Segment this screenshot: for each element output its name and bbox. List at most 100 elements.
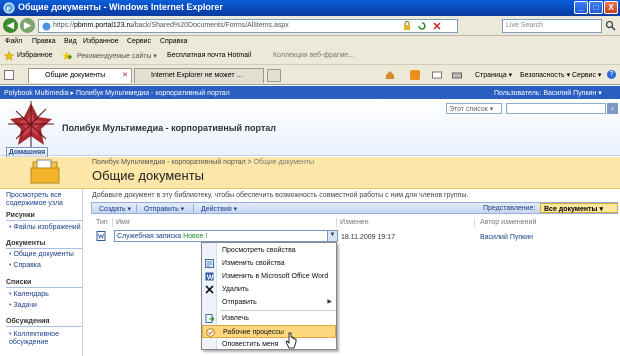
menu-item-delete[interactable]: Удалить [202,283,336,296]
mail-icon[interactable] [432,70,442,80]
menu-item-check-out[interactable]: Извлечь [202,312,336,325]
favorites-button[interactable]: Избранное [17,52,52,59]
document-name-cell[interactable]: Служебная записка Новое ! ▼ [114,230,338,242]
page-icon [42,22,51,31]
fav-web-slice-gallery[interactable]: Коллекция веб-фрагме... [273,52,354,59]
toolbar-separator [193,204,194,213]
rss-icon[interactable] [410,70,420,80]
search-icon[interactable] [605,20,616,31]
refresh-icon[interactable] [417,21,427,31]
menu-file[interactable]: Файл [5,38,22,45]
menu-item-edit-properties[interactable]: Изменить свойства [202,257,336,270]
new-menu[interactable]: Создать ▾ [99,205,131,213]
safety-menu[interactable]: Безопасность ▾ [520,71,570,79]
document-name-link[interactable]: Служебная записка [117,233,181,240]
nav-heading-lists[interactable]: Списки [6,278,82,288]
window-title: Общие документы - Windows Internet Explo… [18,2,223,12]
quick-tabs-icon[interactable] [4,70,14,80]
word-icon: W [205,272,214,281]
svg-text:e: e [7,4,11,13]
workflow-icon [206,328,215,337]
page-menu[interactable]: Страница ▾ [475,71,512,79]
menu-item-alert-me[interactable]: Оповестить меня [202,338,336,351]
nav-heading-discussions[interactable]: Обсуждения [6,317,82,327]
edit-properties-icon [205,259,214,268]
word-document-icon[interactable] [96,231,106,241]
address-bar-row: ◀ ▶ https://pbmm.portal123.ru/back/Share… [0,16,620,36]
address-host: pbmm.portal123.ru [74,22,133,29]
column-type[interactable]: Тип [96,219,108,226]
nav-item-tasks[interactable]: Задачи [9,302,83,309]
nav-item-help[interactable]: Справка [9,262,83,269]
nav-item-team-discussion[interactable]: Коллективное обсуждение [9,331,77,347]
new-tab-button[interactable] [267,69,281,82]
favorites-star-icon [4,51,14,61]
modified-by-link[interactable]: Василий Пупкин [480,234,533,241]
lock-icon[interactable] [402,21,412,31]
item-context-menu: Просмотреть свойства Изменить свойства W… [201,242,337,350]
tab-home[interactable]: Домашняя [6,147,48,157]
menu-item-view-properties[interactable]: Просмотреть свойства [202,244,336,257]
delete-icon [205,285,214,294]
live-search-input[interactable]: Live Search [502,19,602,33]
site-search-go-icon[interactable]: › [607,103,618,114]
submenu-arrow-icon: ▶ [327,299,332,305]
menu-favorites[interactable]: Избранное [83,38,118,45]
menu-item-label: Изменить свойства [222,260,285,267]
item-menu-chevron-down-icon[interactable]: ▼ [327,231,337,241]
nav-heading-pictures[interactable]: Рисунки [6,211,82,221]
nav-item-shared-documents[interactable]: Общие документы [9,251,83,258]
menu-item-send-to[interactable]: Отправить ▶ [202,296,336,309]
site-search-input[interactable] [506,103,606,114]
view-all-site-content-link[interactable]: Просмотреть все содержимое узла [6,192,80,208]
menu-item-label: Оповестить меня [222,341,279,348]
list-toolbar: Создать ▾ Отправить ▾ Действия ▾ Предста… [91,202,618,214]
fav-hotmail[interactable]: Бесплатная почта Hotmail [167,52,251,59]
menu-item-workflows[interactable]: Рабочие процессы [202,325,336,338]
menu-item-label: Изменить в Microsoft Office Word [222,273,329,280]
tab-bar: Общие документы ✕ Internet Explorer не м… [0,65,620,85]
menu-help[interactable]: Справка [160,38,187,45]
tab-label: Общие документы [45,72,106,79]
document-library-icon [30,159,60,184]
nav-heading-documents[interactable]: Документы [6,239,82,249]
view-selector[interactable]: Все документы ▾ [540,203,618,213]
column-separator [336,218,337,227]
upload-menu[interactable]: Отправить ▾ [144,205,184,213]
search-scope-select[interactable]: Этот список ▾ [446,103,502,114]
nav-item-calendar[interactable]: Календарь [9,291,83,298]
menu-edit[interactable]: Правка [32,38,56,45]
minimize-button[interactable]: _ [574,1,588,14]
menu-view[interactable]: Вид [64,38,77,45]
nav-item-image-files[interactable]: Файлы изображений [9,224,83,231]
actions-menu[interactable]: Действия ▾ [201,205,237,213]
stop-icon[interactable] [432,21,442,31]
forward-button[interactable]: ▶ [20,18,35,33]
user-menu[interactable]: Пользователь: Василий Пупкин ▾ [494,89,602,97]
tab-shared-documents[interactable]: Общие документы ✕ [28,68,132,83]
maximize-button[interactable]: □ [589,1,603,14]
menu-item-edit-in-word[interactable]: W Изменить в Microsoft Office Word [202,270,336,283]
print-icon[interactable] [452,70,462,80]
column-headers: Тип Имя Изменен Автор изменений [92,218,618,228]
column-modified-by[interactable]: Автор изменений [480,219,536,226]
site-breadcrumb-link[interactable]: Polybook Multimedia ▸ Полибук Мультимеди… [4,89,230,97]
toolbar-separator [136,204,137,213]
close-tab-icon[interactable]: ✕ [122,71,128,79]
back-button[interactable]: ◀ [3,18,18,33]
column-name[interactable]: Имя [116,219,130,226]
tools-menu[interactable]: Сервис ▾ [572,71,601,79]
tab-ie-error[interactable]: Internet Explorer не может ... [134,68,264,83]
breadcrumb-site-link[interactable]: Полибук Мультимедиа - корпоративный порт… [92,159,246,166]
address-path: /back/Shared%20Documents/Forms/AllItems.… [132,22,289,29]
column-modified[interactable]: Изменен [340,219,369,226]
home-icon[interactable] [385,70,395,80]
menu-tools[interactable]: Сервис [127,38,151,45]
address-input[interactable]: https://pbmm.portal123.ru/back/Shared%20… [38,19,458,33]
fav-suggested-sites[interactable]: Рекомендуемые сайты ▾ [77,52,157,60]
add-favorite-icon[interactable] [62,51,72,61]
site-title: Полибук Мультимедиа - корпоративный порт… [62,123,277,133]
quick-launch: Просмотреть все содержимое узла Рисунки … [0,189,83,356]
close-button[interactable]: X [604,1,618,14]
help-icon[interactable]: ? [607,70,616,79]
